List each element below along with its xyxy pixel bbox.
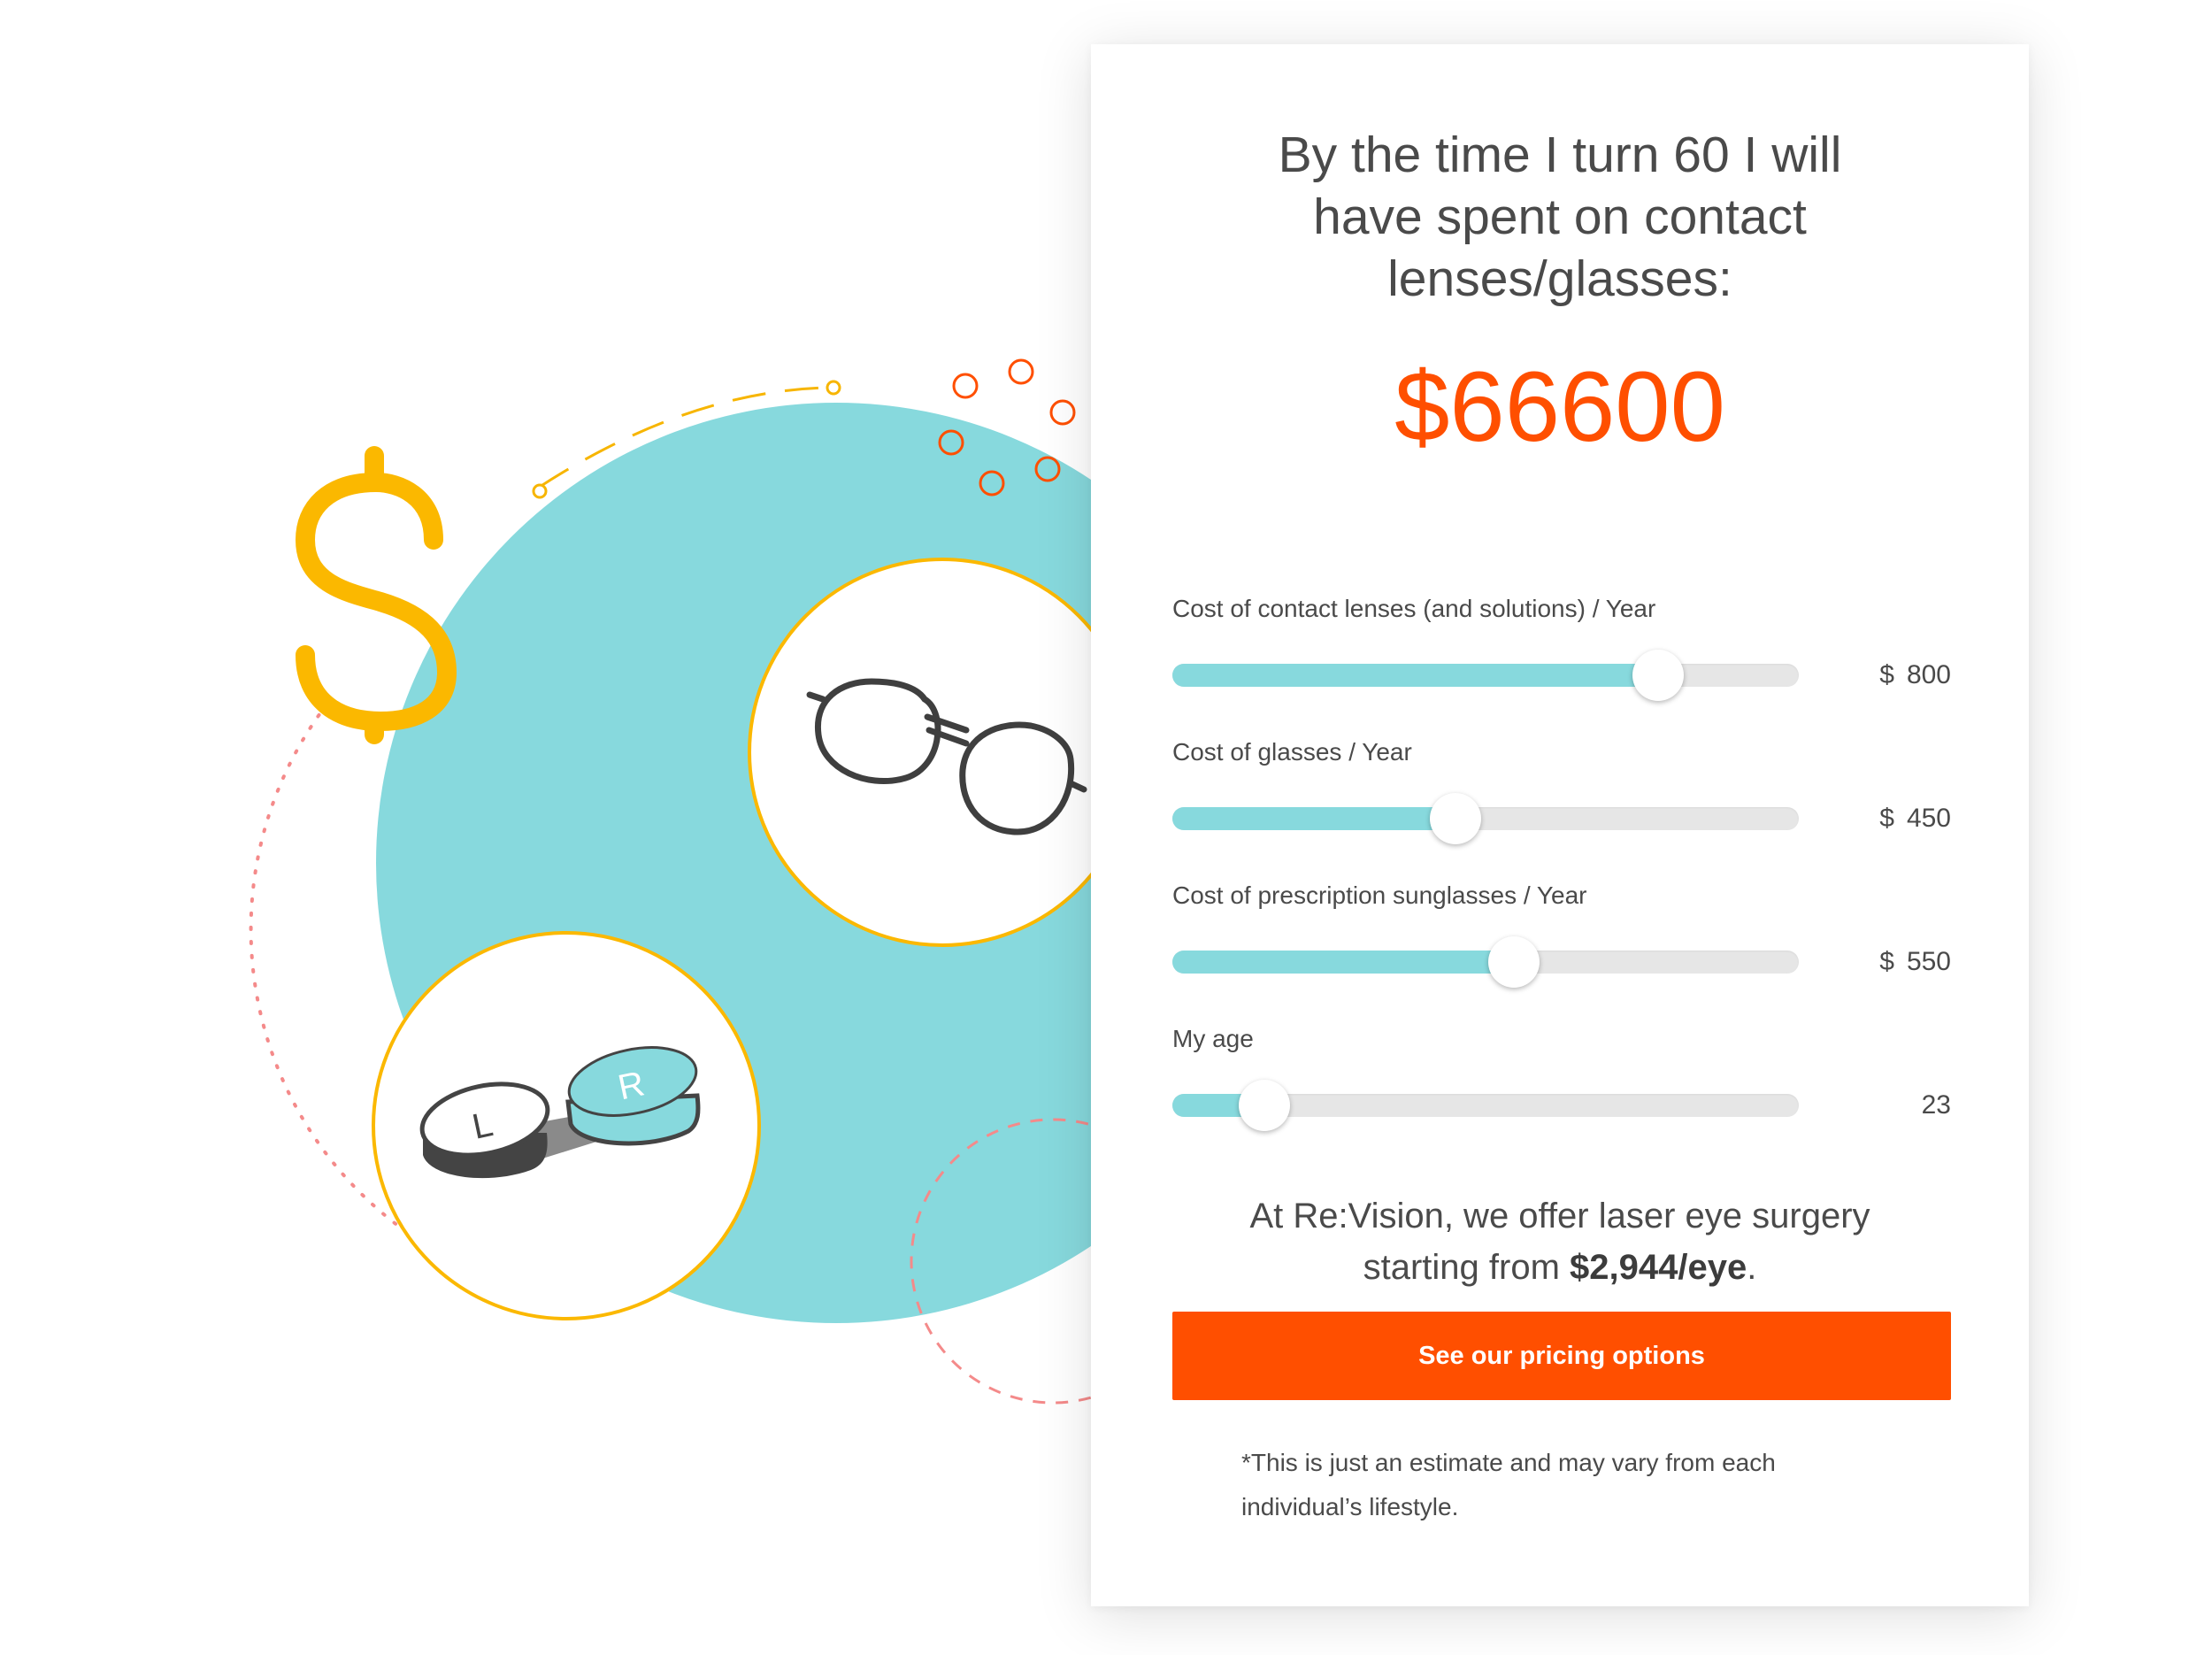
slider-row-contact-lenses: Cost of contact lenses (and solutions) /… (1172, 593, 1951, 717)
contact-lenses-slider[interactable] (1172, 650, 1799, 701)
slider-thumb[interactable] (1430, 793, 1482, 844)
slider-value: $450 (1879, 801, 1951, 836)
slider-label: Cost of prescription sunglasses / Year (1172, 881, 1587, 909)
promo-price: $2,944/eye (1570, 1248, 1747, 1287)
promo-prefix: starting from (1363, 1248, 1571, 1287)
slider-label: My age (1172, 1025, 1254, 1052)
headline-line-3: lenses/glasses: (1387, 250, 1732, 307)
promo-suffix: . (1747, 1248, 1757, 1287)
headline-line-2: have spent on contact (1313, 189, 1807, 245)
glasses-slider[interactable] (1172, 793, 1799, 844)
lens-case-badge: L R (372, 931, 761, 1320)
slider-fill (1172, 664, 1658, 687)
value-number: 23 (1921, 1090, 1951, 1120)
promo-text: At Re:Vision, we offer laser eye surgery… (1091, 1190, 2029, 1293)
promo-line-1: At Re:Vision, we offer laser eye surgery (1249, 1197, 1870, 1235)
value-number: 550 (1906, 947, 1951, 976)
slider-row-glasses: Cost of glasses / Year $450 (1172, 736, 1951, 860)
slider-label: Cost of glasses / Year (1172, 738, 1412, 766)
value-number: 800 (1906, 660, 1951, 689)
arc-dot-start (532, 483, 548, 499)
slider-thumb[interactable] (1239, 1080, 1291, 1131)
slider-value: $800 (1879, 658, 1951, 693)
disclaimer-text: *This is just an estimate and may vary f… (1241, 1449, 1776, 1520)
slider-row-sunglasses: Cost of prescription sunglasses / Year $… (1172, 880, 1951, 1004)
glasses-badge (748, 558, 1137, 947)
calculator-card: By the time I turn 60 I will have spent … (1091, 44, 2029, 1606)
currency-symbol: $ (1879, 804, 1894, 833)
sunglasses-slider[interactable] (1172, 936, 1799, 988)
age-slider[interactable] (1172, 1080, 1799, 1131)
slider-value: $550 (1879, 944, 1951, 980)
arc-dot-end (826, 380, 841, 396)
currency-symbol: $ (1879, 660, 1894, 689)
promo-line-2: starting from $2,944/eye. (1091, 1242, 2029, 1293)
headline: By the time I turn 60 I will have spent … (1091, 124, 2029, 310)
slider-fill (1172, 807, 1456, 830)
total-amount: $66600 (1394, 351, 1725, 462)
headline-line-1: By the time I turn 60 I will (1278, 127, 1842, 183)
slider-thumb[interactable] (1487, 936, 1540, 988)
value-number: 450 (1906, 804, 1951, 833)
slider-label: Cost of contact lenses (and solutions) /… (1172, 595, 1656, 622)
slider-value: 23 (1922, 1088, 1951, 1123)
slider-thumb[interactable] (1632, 650, 1684, 701)
currency-symbol: $ (1879, 947, 1894, 976)
slider-row-age: My age 23 (1172, 1023, 1951, 1147)
slider-fill (1172, 951, 1514, 974)
see-pricing-options-button[interactable]: See our pricing options (1172, 1312, 1951, 1400)
